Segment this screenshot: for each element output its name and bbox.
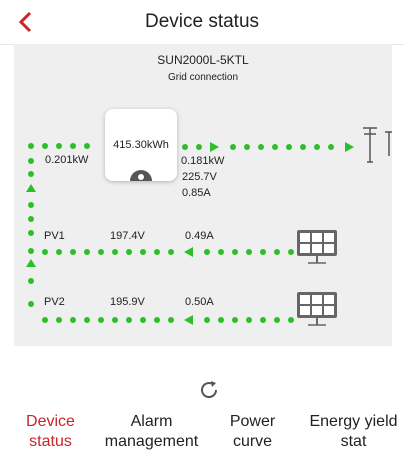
- solar-panel-icon: [297, 230, 337, 264]
- solar-panel-icon: [297, 292, 337, 326]
- tab-label: Power: [229, 413, 276, 430]
- refresh-icon[interactable]: [197, 378, 221, 402]
- pv1-voltage: 197.4V: [110, 230, 145, 242]
- output-voltage: 225.7V: [182, 171, 217, 183]
- tab-device-status[interactable]: Device status: [0, 408, 101, 459]
- page-title: Device status: [144, 11, 260, 32]
- pv2-label: PV2: [44, 296, 65, 308]
- output-power: 0.181kW: [181, 155, 225, 167]
- power-grid-icon: [363, 127, 392, 163]
- pv1-current: 0.49A: [185, 230, 214, 242]
- tab-label: Device: [26, 413, 75, 430]
- tab-label: status: [29, 433, 72, 450]
- tab-label: curve: [232, 433, 273, 450]
- output-current: 0.85A: [182, 187, 211, 199]
- tab-label: Energy yield: [309, 413, 398, 430]
- tab-power-curve[interactable]: Power curve: [202, 408, 303, 459]
- pv1-label: PV1: [44, 230, 65, 242]
- header-bar: Device status: [0, 0, 404, 45]
- tab-label: Alarm: [130, 413, 173, 430]
- pv2-current: 0.50A: [185, 296, 214, 308]
- tab-label: management: [104, 433, 199, 450]
- tab-alarm-management[interactable]: Alarm management: [101, 408, 202, 459]
- total-energy: 415.30kWh: [113, 139, 169, 151]
- inverter-icon: [130, 170, 152, 181]
- tab-energy-yield-stat[interactable]: Energy yield stat: [303, 408, 404, 459]
- tab-label: stat: [340, 433, 367, 450]
- input-power: 0.201kW: [45, 154, 89, 166]
- bottom-tab-bar: Device status Alarm management Power cur…: [0, 408, 404, 459]
- pv2-voltage: 195.9V: [110, 296, 145, 308]
- inverter-card[interactable]: 415.30kWh: [105, 109, 177, 181]
- energy-flow-diagram: SUN2000L-5KTL Grid connection 415.30kWh …: [14, 44, 392, 346]
